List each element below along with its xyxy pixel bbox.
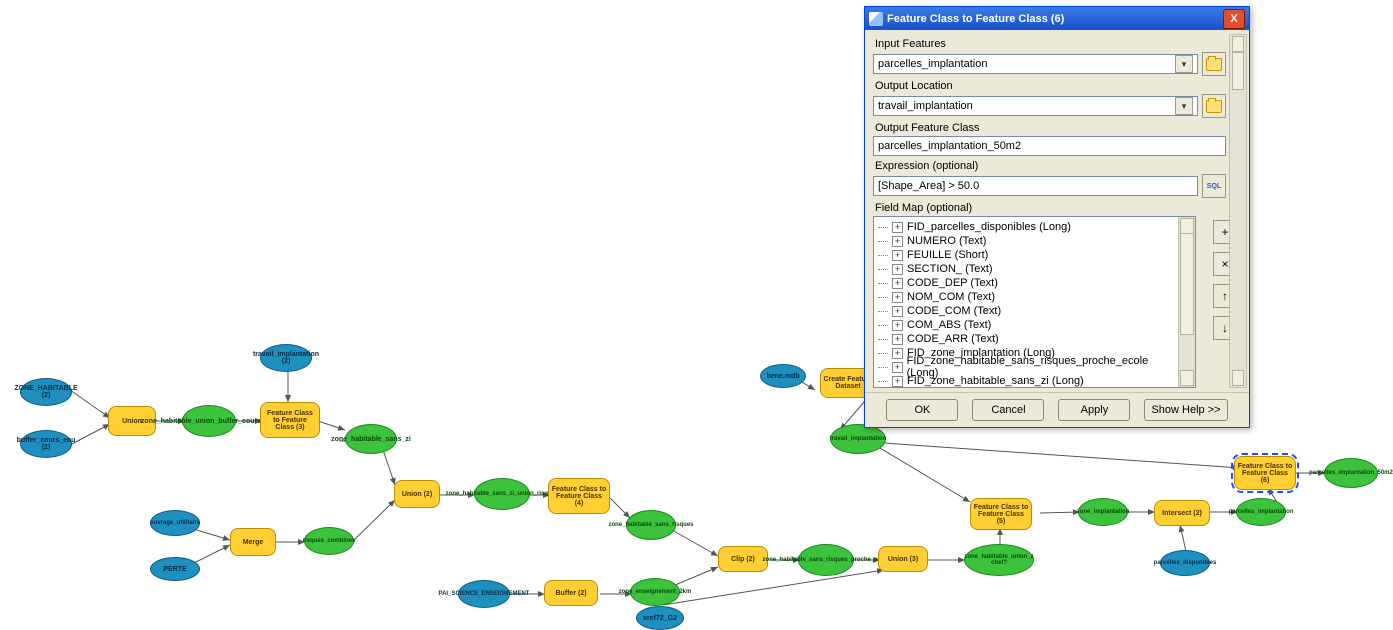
field-map-item[interactable]: + NOM_COM (Text) <box>878 290 1178 304</box>
node-output-zh-union-z[interactable]: zone_habitable_union_z chef? <box>964 544 1034 576</box>
dialog-scrollbar[interactable] <box>1229 34 1247 388</box>
expand-icon[interactable]: + <box>892 222 903 233</box>
node-input-ouvrage-utilitaire[interactable]: ouvrage_utilitaire <box>150 510 200 536</box>
plus-icon: + <box>1221 225 1228 239</box>
browse-input-features-button[interactable] <box>1202 52 1226 76</box>
node-output-travail-implantation[interactable]: travail_implantation <box>830 424 886 454</box>
expand-icon[interactable]: + <box>892 362 903 373</box>
wand-icon <box>869 12 883 26</box>
arrow-up-icon: ↑ <box>1222 289 1228 303</box>
field-map-item[interactable]: + FEUILLE (Short) <box>878 248 1178 262</box>
field-map-item-label: FEUILLE (Short) <box>907 249 988 261</box>
tool-dialog: Feature Class to Feature Class (6) X Inp… <box>864 6 1250 428</box>
expand-icon[interactable]: + <box>892 334 903 345</box>
browse-output-location-button[interactable] <box>1202 94 1226 118</box>
node-input-xref72-g2[interactable]: xref72_G2 <box>636 606 684 630</box>
output-location-combo[interactable]: travail_implantation ▾ <box>873 96 1198 116</box>
expand-icon[interactable]: + <box>892 250 903 261</box>
dialog-footer: OK Cancel Apply Show Help >> <box>865 392 1249 427</box>
node-output-risques-combines[interactable]: risques_combines <box>304 527 354 555</box>
sql-icon: SQL <box>1207 183 1221 190</box>
fieldmap-label: Field Map (optional) <box>875 202 1226 214</box>
expression-label: Expression (optional) <box>875 160 1226 172</box>
node-input-parcelles-disponibles[interactable]: parcelles_disponibles <box>1160 550 1210 576</box>
node-tool-fc2fc-3[interactable]: Feature Class to Feature Class (3) <box>260 402 320 438</box>
node-output-zh-proche-ecole[interactable]: zone_habitable_sans_risques_proche_ecole <box>798 544 854 576</box>
field-map-item-label: CODE_DEP (Text) <box>907 277 998 289</box>
folder-icon <box>1206 100 1222 113</box>
expand-icon[interactable]: + <box>892 236 903 247</box>
sql-button[interactable]: SQL <box>1202 174 1226 198</box>
field-map-item[interactable]: +FID_zone_habitable_sans_risques_proche_… <box>878 360 1178 374</box>
cancel-button[interactable]: Cancel <box>972 399 1044 421</box>
field-map-list[interactable]: + FID_parcelles_disponibles (Long) + NUMERO… <box>873 216 1196 388</box>
node-input-pai-science-enseignement[interactable]: PAI_SCIENCE_ENSEIGNEMENT <box>458 580 510 608</box>
folder-icon <box>1206 58 1222 71</box>
x-icon: × <box>1221 257 1228 271</box>
node-output-zh-sans-risques[interactable]: zone_habitable_sans_risques <box>626 510 676 540</box>
node-output-zh-sans-zi[interactable]: zone_habitable_sans_zi <box>345 424 397 454</box>
expand-icon[interactable]: + <box>892 320 903 331</box>
input-features-combo[interactable]: parcelles_implantation ▾ <box>873 54 1198 74</box>
input-features-value: parcelles_implantation <box>878 58 987 70</box>
node-output-parcelles-implantation-50m2[interactable]: parcelles_implantation_50m2 <box>1324 458 1378 488</box>
node-tool-fc2fc-6[interactable]: Feature Class to Feature Class (6) <box>1234 456 1296 490</box>
field-map-item[interactable]: + SECTION_ (Text) <box>878 262 1178 276</box>
expand-icon[interactable]: + <box>892 278 903 289</box>
chevron-down-icon[interactable]: ▾ <box>1175 55 1193 73</box>
field-map-item[interactable]: + CODE_DEP (Text) <box>878 276 1178 290</box>
node-tool-intersect-2[interactable]: Intersect (2) <box>1154 500 1210 526</box>
expand-icon[interactable]: + <box>892 306 903 317</box>
expand-icon[interactable]: + <box>892 348 903 359</box>
output-fc-label: Output Feature Class <box>875 122 1226 134</box>
field-map-item-label: COM_ABS (Text) <box>907 319 991 331</box>
field-map-item[interactable]: + CODE_ARR (Text) <box>878 332 1178 346</box>
node-tool-clip-2[interactable]: Clip (2) <box>718 546 768 572</box>
chevron-down-icon[interactable]: ▾ <box>1175 97 1193 115</box>
field-map-item-label: NOM_COM (Text) <box>907 291 995 303</box>
titlebar[interactable]: Feature Class to Feature Class (6) X <box>865 7 1249 30</box>
field-map-item[interactable]: + CODE_COM (Text) <box>878 304 1178 318</box>
field-map-item-label: FID_zone_habitable_sans_zi (Long) <box>907 375 1084 387</box>
node-output-zh-zi-union-risques[interactable]: zone_habitable_sans_zi_union_risques <box>474 478 530 510</box>
node-input-perte[interactable]: PERTE <box>150 557 200 581</box>
expand-icon[interactable]: + <box>892 292 903 303</box>
node-output-zone-implantation[interactable]: zone_implantation <box>1078 498 1128 526</box>
field-map-item[interactable]: + NUMERO (Text) <box>878 234 1178 248</box>
node-tool-fc2fc-5[interactable]: Feature Class to Feature Class (5) <box>970 498 1032 530</box>
arrow-down-icon: ↓ <box>1222 321 1228 335</box>
expand-icon[interactable]: + <box>892 376 903 387</box>
input-features-label: Input Features <box>875 38 1226 50</box>
node-tool-union-2[interactable]: Union (2) <box>394 480 440 508</box>
node-tool-union-3[interactable]: Union (3) <box>878 546 928 572</box>
field-map-item[interactable]: + COM_ABS (Text) <box>878 318 1178 332</box>
node-tool-buffer-2[interactable]: Buffer (2) <box>544 580 598 606</box>
apply-button[interactable]: Apply <box>1058 399 1130 421</box>
node-output-zone-enseignement-2km[interactable]: zone_enseignement_2km <box>630 578 680 606</box>
node-input-travail-implantation-2[interactable]: travail_implantation (2) <box>260 344 312 372</box>
node-output-zh-union-buffer[interactable]: zone_habitable_union_buffer_cours_eau <box>182 405 236 437</box>
dialog-title: Feature Class to Feature Class (6) <box>887 13 1223 25</box>
output-location-label: Output Location <box>875 80 1226 92</box>
node-output-parcelles-implantation[interactable]: parcelles_implantation <box>1236 498 1286 526</box>
field-map-item-label: CODE_ARR (Text) <box>907 333 999 345</box>
show-help-button[interactable]: Show Help >> <box>1144 399 1227 421</box>
expression-input[interactable]: [Shape_Area] > 50.0 <box>873 176 1198 196</box>
node-tool-fc2fc-4[interactable]: Feature Class to Feature Class (4) <box>548 478 610 514</box>
field-map-item-label: NUMERO (Text) <box>907 235 986 247</box>
field-map-item-label: FID_parcelles_disponibles (Long) <box>907 221 1071 233</box>
node-input-zone-habitable[interactable]: ZONE_HABITABLE (2) <box>20 378 72 406</box>
field-map-item[interactable]: + FID_parcelles_disponibles (Long) <box>878 220 1178 234</box>
field-map-item-label: SECTION_ (Text) <box>907 263 993 275</box>
output-location-value: travail_implantation <box>878 100 973 112</box>
node-input-bene-mdb[interactable]: bene.mdb <box>760 364 806 388</box>
list-scrollbar[interactable] <box>1178 217 1195 387</box>
field-map-item-label: CODE_COM (Text) <box>907 305 1001 317</box>
expand-icon[interactable]: + <box>892 264 903 275</box>
close-button[interactable]: X <box>1223 9 1245 29</box>
ok-button[interactable]: OK <box>886 399 958 421</box>
output-fc-input[interactable]: parcelles_implantation_50m2 <box>873 136 1226 156</box>
node-tool-merge[interactable]: Merge <box>230 528 276 556</box>
node-input-buffer-cours-eau[interactable]: buffer_cours_eau (2) <box>20 430 72 458</box>
